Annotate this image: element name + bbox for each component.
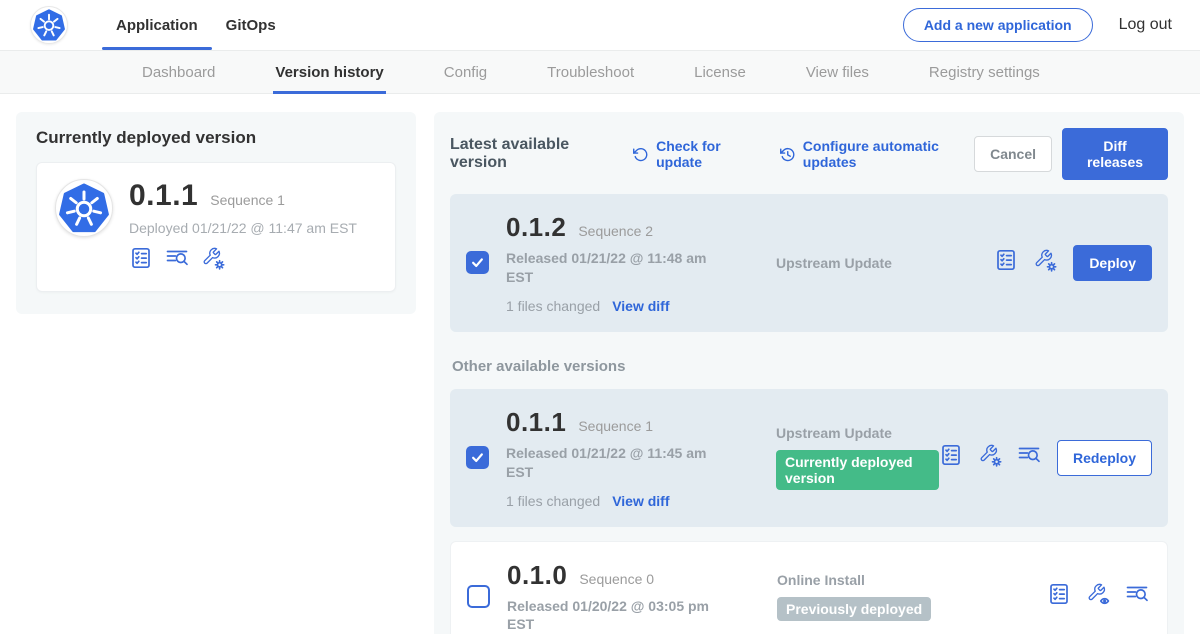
subnav-config[interactable]: Config — [442, 51, 489, 93]
released-timestamp: Released 01/21/22 @ 11:45 am EST — [506, 444, 724, 482]
subnav-view-files[interactable]: View files — [804, 51, 871, 93]
version-sequence: Sequence 1 — [578, 418, 653, 434]
edit-config-icon[interactable] — [1033, 248, 1057, 277]
previously-deployed-badge: Previously deployed — [777, 597, 931, 621]
version-checkbox[interactable] — [466, 251, 489, 274]
preflight-checks-icon[interactable] — [994, 248, 1018, 277]
logout-button[interactable]: Log out — [1119, 16, 1172, 34]
currently-deployed-badge: Currently deployed version — [776, 450, 939, 490]
schedule-icon — [779, 145, 796, 164]
deployed-version-number: 0.1.1 — [129, 179, 198, 213]
deploy-logs-icon[interactable] — [1125, 582, 1149, 611]
sub-nav: Dashboard Version history Config Trouble… — [0, 50, 1200, 94]
version-source: Upstream Update — [776, 255, 994, 271]
version-source: Online Install — [777, 572, 1047, 588]
app-icon — [55, 179, 113, 237]
deployed-sequence: Sequence 1 — [210, 192, 285, 208]
deploy-logs-icon[interactable] — [1017, 443, 1041, 472]
check-for-update-link[interactable]: Check for update — [632, 138, 757, 170]
edit-config-icon[interactable] — [201, 246, 225, 275]
deploy-logs-icon[interactable] — [165, 246, 189, 275]
check-icon — [470, 450, 485, 465]
check-icon — [470, 255, 485, 270]
tab-gitops[interactable]: GitOps — [212, 0, 290, 50]
version-sequence: Sequence 0 — [579, 571, 654, 587]
version-sequence: Sequence 2 — [578, 223, 653, 239]
version-row-0-1-2: 0.1.2 Sequence 2 Released 01/21/22 @ 11:… — [450, 194, 1168, 332]
subnav-troubleshoot[interactable]: Troubleshoot — [545, 51, 636, 93]
version-row-0-1-1: 0.1.1 Sequence 1 Released 01/21/22 @ 11:… — [450, 389, 1168, 527]
latest-available-title: Latest available version — [450, 136, 610, 172]
version-source: Upstream Update — [776, 425, 939, 441]
version-number: 0.1.0 — [507, 560, 567, 591]
version-number: 0.1.2 — [506, 212, 566, 243]
redeploy-button[interactable]: Redeploy — [1057, 440, 1152, 476]
available-versions-panel: Latest available version Check for updat… — [434, 112, 1184, 634]
tab-application[interactable]: Application — [102, 0, 212, 50]
subnav-dashboard[interactable]: Dashboard — [140, 51, 217, 93]
deployed-version-card: 0.1.1 Sequence 1 Deployed 01/21/22 @ 11:… — [36, 162, 396, 292]
add-application-button[interactable]: Add a new application — [903, 8, 1093, 42]
configure-updates-link[interactable]: Configure automatic updates — [779, 138, 974, 170]
main-content: Currently deployed version 0.1.1 Sequenc… — [0, 94, 1200, 634]
currently-deployed-panel: Currently deployed version 0.1.1 Sequenc… — [16, 112, 416, 314]
app-tabs: Application GitOps — [102, 0, 290, 50]
deployed-timestamp: Deployed 01/21/22 @ 11:47 am EST — [129, 220, 357, 236]
refresh-icon — [632, 145, 649, 164]
released-timestamp: Released 01/21/22 @ 11:48 am EST — [506, 249, 724, 287]
view-diff-link[interactable]: View diff — [612, 493, 669, 509]
edit-config-icon[interactable] — [978, 443, 1002, 472]
preflight-checks-icon[interactable] — [939, 443, 963, 472]
preflight-checks-icon[interactable] — [1047, 582, 1071, 611]
top-nav: Application GitOps Add a new application… — [0, 0, 1200, 50]
version-row-0-1-0: 0.1.0 Sequence 0 Released 01/20/22 @ 03:… — [450, 541, 1168, 634]
diff-releases-button[interactable]: Diff releases — [1062, 128, 1168, 180]
other-versions-title: Other available versions — [452, 358, 1168, 375]
view-diff-link[interactable]: View diff — [612, 298, 669, 314]
files-changed-label: 1 files changed — [506, 298, 600, 314]
version-number: 0.1.1 — [506, 407, 566, 438]
deploy-button[interactable]: Deploy — [1073, 245, 1152, 281]
cancel-button[interactable]: Cancel — [974, 136, 1052, 172]
version-checkbox[interactable] — [466, 446, 489, 469]
files-changed-label: 1 files changed — [506, 493, 600, 509]
version-checkbox[interactable] — [467, 585, 490, 608]
preflight-checks-icon[interactable] — [129, 246, 153, 275]
view-config-icon[interactable] — [1086, 582, 1110, 611]
subnav-license[interactable]: License — [692, 51, 748, 93]
released-timestamp: Released 01/20/22 @ 03:05 pm EST — [507, 597, 725, 634]
kubernetes-logo — [30, 6, 68, 44]
subnav-version-history[interactable]: Version history — [273, 51, 385, 93]
subnav-registry-settings[interactable]: Registry settings — [927, 51, 1042, 93]
currently-deployed-title: Currently deployed version — [36, 128, 396, 148]
